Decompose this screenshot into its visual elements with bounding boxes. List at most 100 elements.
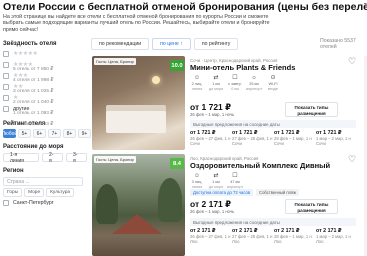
star-filter-5[interactable]: ★★★★★ 5 отель от 7 850 ₽ (3, 49, 87, 72)
distance-chip-3[interactable]: 3-я (66, 152, 88, 164)
heart-icon[interactable]: ♡ (348, 155, 357, 164)
stars-filter-heading: Звёздность отеля (3, 41, 57, 47)
other-label: другие (13, 106, 30, 112)
region-tag-mountains[interactable]: Горы (3, 188, 23, 197)
star-count: 1 отель от 1 093 ₽ (13, 122, 54, 127)
stars-icon: ★★★★★ (13, 51, 38, 57)
checkbox[interactable] (3, 106, 9, 112)
stars-icon: ★ (13, 95, 18, 101)
sort-tab-price[interactable]: по цене ↑ (152, 38, 191, 50)
checkbox[interactable] (3, 62, 9, 68)
star-filter-2[interactable]: ★★ 2 отеля от 1 040 ₽ (3, 82, 87, 105)
photo-detail (112, 214, 162, 234)
rating-badge: 8.4 (170, 158, 184, 169)
page-subtitle: На этой странице вы найдете все отели с … (3, 14, 270, 33)
offer-item[interactable]: от 1 721 ₽28 фев – 1 мар, 1 н Сочи (274, 130, 314, 146)
offer-item[interactable]: от 1 721 ₽27 фев – 28 фев, 1 н Сочи (232, 130, 272, 146)
sort-bar: по рекомендации по цене ↑ по рейтингу (91, 38, 239, 50)
beach-tag: Собственный пляж (256, 189, 300, 196)
rating-chip-9[interactable]: 9+ (78, 129, 91, 138)
heart-icon[interactable]: ♡ (348, 57, 357, 66)
region-tag-culture[interactable]: Культура (46, 188, 75, 197)
star-filter-other[interactable]: другие 1 отель от 1 093 ₽ (3, 104, 87, 127)
photo-detail (158, 178, 182, 222)
payment-tag: Доступна оплата до 72 часов (190, 189, 254, 196)
checkbox[interactable] (3, 73, 9, 79)
amenity-sub: до моря (208, 86, 224, 91)
distance-filter-heading: Расстояние до моря (3, 144, 64, 150)
checkbox[interactable] (3, 200, 9, 206)
photo-detail (152, 76, 160, 84)
page-title: Отели России с бесплатной отменой бронир… (3, 1, 367, 13)
booking-badge: Гость: Цена, Бронир (94, 156, 136, 163)
offer-item[interactable]: от 2 171 ₽27 фев – 28 фев, 1 н Лоо (232, 228, 272, 244)
amenity: ☺ 3 лиц. линия (190, 173, 204, 189)
stars-icon: ★★★ (13, 73, 28, 79)
hotel-card[interactable]: Гость: Цена, Бронир 8.4 Лоо, Краснодарск… (92, 154, 360, 256)
distance-chip-2[interactable]: 2-я (42, 152, 64, 164)
offer-item[interactable]: от 2 171 ₽26 фев – 27 фев, 1 н Лоо (190, 228, 230, 244)
rating-chip-6[interactable]: 6+ (33, 129, 46, 138)
rating-chip-8[interactable]: 8+ (63, 129, 76, 138)
star-filter-3[interactable]: ★★★ 3 отеля от 1 025 ₽ (3, 71, 87, 94)
offer-city: Лоо (232, 239, 240, 244)
region-tag-sea[interactable]: Море (24, 188, 45, 197)
beach-icon: ⇄ (213, 173, 219, 179)
offer-city: Сочи (316, 141, 326, 146)
amenity: ⇄ 1 км до моря (209, 173, 223, 189)
show-rooms-button[interactable]: Показать типы размещения (285, 102, 338, 117)
show-rooms-button[interactable]: Показать типы размещения (285, 199, 338, 214)
checkbox[interactable] (3, 84, 9, 90)
region-search-input[interactable]: Страна ... (3, 177, 83, 186)
hotel-name[interactable]: Мини-отель Plants & Friends (190, 63, 295, 72)
hotel-tags: Доступна оплата до 72 часов Собственный … (190, 189, 300, 196)
filter-sidebar: Звёздность отеля ★★★★★ 5 отель от 7 850 ₽… (2, 38, 91, 206)
beach-icon: ⇄ (213, 75, 219, 81)
checkbox[interactable] (3, 95, 9, 101)
checkbox[interactable] (3, 51, 9, 57)
sort-tab-recommended[interactable]: по рекомендации (91, 38, 150, 50)
distance-chip-1[interactable]: 1-я линия (3, 152, 40, 164)
star-filter-1[interactable]: ★ 1 отель от 1 093 ₽ (3, 93, 87, 116)
offer-item[interactable]: от 1 721 ₽1 мар – 2 мар, 1 н Сочи (316, 130, 356, 146)
photo-detail (96, 184, 118, 224)
offer-item[interactable]: от 1 721 ₽26 фев – 27 фев, 1 н Сочи (190, 130, 230, 146)
offer-city: Сочи (190, 141, 200, 146)
amenity: ☼ 25 км аэропорт (246, 75, 262, 91)
booking-badge: Гость: Цена, Бронир (94, 58, 136, 65)
region-item-spb[interactable]: Санкт-Петербург (3, 200, 87, 206)
offer-city: Лоо (274, 239, 282, 244)
offers-grid: от 2 171 ₽26 фев – 27 фев, 1 н Лоо от 2 1… (190, 228, 356, 244)
rating-chip-any[interactable]: Любой (2, 129, 17, 138)
rating-chips: Любой 5+ 6+ 7+ 8+ 9+ (2, 129, 91, 138)
hotel-name[interactable]: Оздоровительный Комплекс Дивный (190, 161, 330, 170)
amenity-sub: 0 км (231, 86, 239, 91)
amenity-sub: линия (191, 86, 203, 91)
sort-tab-rating[interactable]: по рейтингу (193, 38, 239, 50)
price-dates: 26 фев – 1 мар, 1 ночь (190, 209, 235, 214)
offers-bar: Выгодные предложения на соседние даты (190, 218, 356, 226)
distance-chips: 1-я линия 2-я 3-я (3, 152, 88, 164)
amenity-sub: везде (268, 86, 278, 91)
rating-chip-7[interactable]: 7+ (48, 129, 61, 138)
rating-chip-5[interactable]: 5+ (18, 129, 31, 138)
amenities-row: ☺ 3 лиц. линия ⇄ 1 км до моря ☐ 47 км аэропорт (190, 173, 243, 189)
hotel-photo[interactable]: Гость: Цена, Бронир (92, 154, 185, 256)
rating-badge: 10.0 (170, 60, 184, 71)
wifi-icon: ⊙ (270, 75, 276, 81)
star-filter-4[interactable]: ★★★★ 4 отеля от 1 998 ₽ (3, 60, 87, 83)
stars-icon: ★★ (13, 84, 23, 90)
offer-item[interactable]: от 2 171 ₽1 мар – 2 мар, 1 н Лоо (316, 228, 356, 244)
offers-bar: Выгодные предложения на соседние даты (190, 120, 356, 128)
region-filter-heading: Регион (3, 168, 24, 174)
airport-icon: ☐ (232, 173, 238, 179)
amenity: ☺ 2 лиц. линия (190, 75, 204, 91)
offer-city: Сочи (274, 141, 284, 146)
person-icon: ☺ (193, 173, 201, 179)
price-dates: 26 фев – 1 мар, 1 ночь (190, 112, 235, 117)
amenities-row: ☺ 2 лиц. линия ⇄ 1 км до моря ☐ с завтр. 0 км … (190, 75, 280, 91)
offer-item[interactable]: от 2 171 ₽28 фев – 1 мар, 1 н Лоо (274, 228, 314, 244)
person-icon: ☺ (193, 75, 201, 81)
offer-city: Лоо (316, 239, 324, 244)
hotel-card[interactable]: Гость: Цена, Бронир 10.0 Сочи · Центр, К… (92, 56, 360, 150)
